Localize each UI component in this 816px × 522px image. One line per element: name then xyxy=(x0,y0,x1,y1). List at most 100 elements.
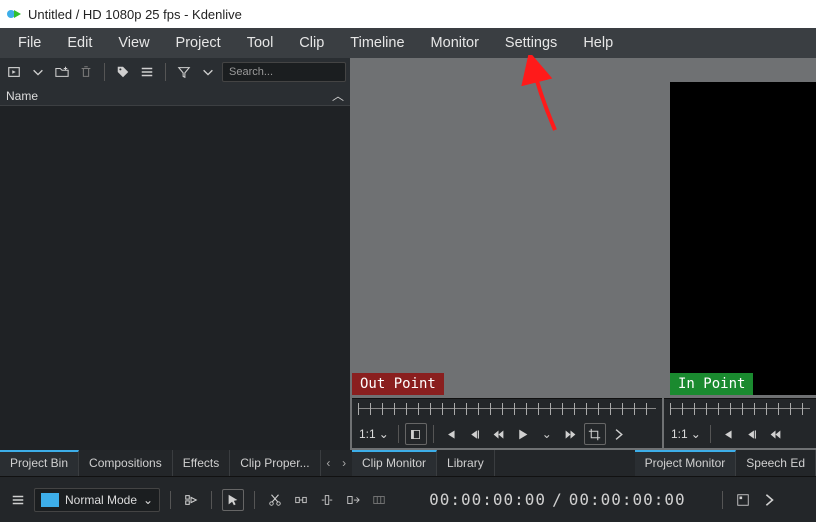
main-area: Search... Name ︿ Out Point 1:1 ⌄ xyxy=(0,58,816,450)
timeline-duration: 00:00:00:00 xyxy=(569,490,686,509)
cut-icon[interactable] xyxy=(265,490,285,510)
project-monitor-canvas xyxy=(670,82,816,395)
chevron-down-icon: ⌄ xyxy=(379,427,389,441)
tab-scroll-right-icon[interactable]: › xyxy=(336,450,352,476)
rewind-icon[interactable] xyxy=(765,423,787,445)
right-tabs: Project Monitor Speech Ed xyxy=(635,450,816,476)
separator xyxy=(165,63,166,81)
timeline-toolbar: Normal Mode ⌄ 00:00:00:00 / 00:00:00:00 xyxy=(0,476,816,522)
separator xyxy=(104,63,105,81)
chevron-down-icon: ⌄ xyxy=(143,493,153,507)
panel-tabs-row: Project Bin Compositions Effects Clip Pr… xyxy=(0,450,816,476)
tag-icon[interactable] xyxy=(113,62,133,82)
menu-file[interactable]: File xyxy=(6,31,53,55)
hamburger-icon[interactable] xyxy=(8,490,28,510)
menu-monitor[interactable]: Monitor xyxy=(419,31,491,55)
bin-body[interactable] xyxy=(0,106,350,450)
tab-clip-properties[interactable]: Clip Proper... xyxy=(230,450,320,476)
zoom-value: 1:1 xyxy=(671,427,688,441)
menu-timeline[interactable]: Timeline xyxy=(338,31,416,55)
separator xyxy=(254,491,255,509)
project-monitor-ruler[interactable] xyxy=(664,398,816,420)
project-monitor-view[interactable]: In Point xyxy=(664,58,816,398)
tab-speech-editor[interactable]: Speech Ed xyxy=(736,450,816,476)
list-icon[interactable] xyxy=(137,62,157,82)
window-title: Untitled / HD 1080p 25 fps - Kdenlive xyxy=(28,7,242,22)
zoom-value: 1:1 xyxy=(359,427,376,441)
delete-icon[interactable] xyxy=(76,62,96,82)
menu-edit[interactable]: Edit xyxy=(55,31,104,55)
chevron-down-icon[interactable] xyxy=(198,62,218,82)
extract-icon[interactable] xyxy=(369,490,389,510)
menu-project[interactable]: Project xyxy=(164,31,233,55)
mid-tabs: Clip Monitor Library xyxy=(352,450,635,476)
insert-icon[interactable] xyxy=(317,490,337,510)
chevron-right-icon[interactable] xyxy=(759,490,779,510)
chevron-down-icon: ⌄ xyxy=(691,427,701,441)
rewind-icon[interactable] xyxy=(488,423,510,445)
chevron-down-icon[interactable] xyxy=(28,62,48,82)
search-input[interactable]: Search... xyxy=(222,62,346,82)
set-in-icon[interactable] xyxy=(405,423,427,445)
rewind-start-icon[interactable] xyxy=(717,423,739,445)
prev-frame-icon[interactable] xyxy=(741,423,763,445)
tab-library[interactable]: Library xyxy=(437,450,495,476)
tab-project-bin[interactable]: Project Bin xyxy=(0,450,79,476)
chevron-right-icon[interactable] xyxy=(608,423,630,445)
layout-icon[interactable] xyxy=(733,490,753,510)
add-clip-icon[interactable] xyxy=(4,62,24,82)
separator xyxy=(722,491,723,509)
caret-up-icon: ︿ xyxy=(332,87,344,104)
bin-col-name: Name xyxy=(6,89,38,103)
tab-scroll-left-icon[interactable]: ‹ xyxy=(321,450,337,476)
timeline-position[interactable]: 00:00:00:00 xyxy=(429,490,546,509)
prev-frame-icon[interactable] xyxy=(464,423,486,445)
menu-settings[interactable]: Settings xyxy=(493,31,569,55)
left-tabs: Project Bin Compositions Effects Clip Pr… xyxy=(0,450,352,476)
app-logo-icon xyxy=(6,6,22,22)
folder-add-icon[interactable] xyxy=(52,62,72,82)
mode-label: Normal Mode xyxy=(65,493,137,507)
project-monitor-controls: 1:1 ⌄ xyxy=(664,420,816,450)
clip-monitor-ruler[interactable] xyxy=(352,398,662,420)
forward-icon[interactable] xyxy=(560,423,582,445)
zoom-dropdown[interactable]: 1:1 ⌄ xyxy=(356,427,392,441)
menu-tool[interactable]: Tool xyxy=(235,31,286,55)
bin-toolbar: Search... xyxy=(0,58,350,86)
timecode-separator: / xyxy=(552,490,563,509)
clip-monitor-panel: Out Point 1:1 ⌄ ⌄ xyxy=(352,58,664,450)
play-icon[interactable] xyxy=(512,423,534,445)
mode-swatch-icon xyxy=(41,493,59,507)
menu-view[interactable]: View xyxy=(106,31,161,55)
window-titlebar: Untitled / HD 1080p 25 fps - Kdenlive xyxy=(0,0,816,28)
tab-project-monitor[interactable]: Project Monitor xyxy=(635,450,737,476)
chevron-down-icon[interactable]: ⌄ xyxy=(536,423,558,445)
tab-compositions[interactable]: Compositions xyxy=(79,450,173,476)
spacer-icon[interactable] xyxy=(291,490,311,510)
separator xyxy=(211,491,212,509)
menubar: File Edit View Project Tool Clip Timelin… xyxy=(0,28,816,58)
bin-column-header[interactable]: Name ︿ xyxy=(0,86,350,106)
tab-clip-monitor[interactable]: Clip Monitor xyxy=(352,450,437,476)
menu-help[interactable]: Help xyxy=(571,31,625,55)
out-point-marker: Out Point xyxy=(352,373,444,395)
project-monitor-panel: In Point 1:1 ⌄ xyxy=(664,58,816,450)
clip-monitor-controls: 1:1 ⌄ ⌄ xyxy=(352,420,662,450)
separator xyxy=(433,425,434,443)
zoom-dropdown[interactable]: 1:1 ⌄ xyxy=(668,427,704,441)
separator xyxy=(170,491,171,509)
rewind-start-icon[interactable] xyxy=(440,423,462,445)
separator xyxy=(398,425,399,443)
menu-clip[interactable]: Clip xyxy=(287,31,336,55)
track-tool-icon[interactable] xyxy=(181,490,201,510)
filter-icon[interactable] xyxy=(174,62,194,82)
select-tool-icon[interactable] xyxy=(222,489,244,511)
separator xyxy=(710,425,711,443)
overwrite-icon[interactable] xyxy=(343,490,363,510)
tab-effects[interactable]: Effects xyxy=(173,450,230,476)
edit-mode-dropdown[interactable]: Normal Mode ⌄ xyxy=(34,488,160,512)
clip-monitor-view[interactable]: Out Point xyxy=(352,58,662,398)
crop-icon[interactable] xyxy=(584,423,606,445)
in-point-marker: In Point xyxy=(670,373,753,395)
project-bin-panel: Search... Name ︿ xyxy=(0,58,352,450)
